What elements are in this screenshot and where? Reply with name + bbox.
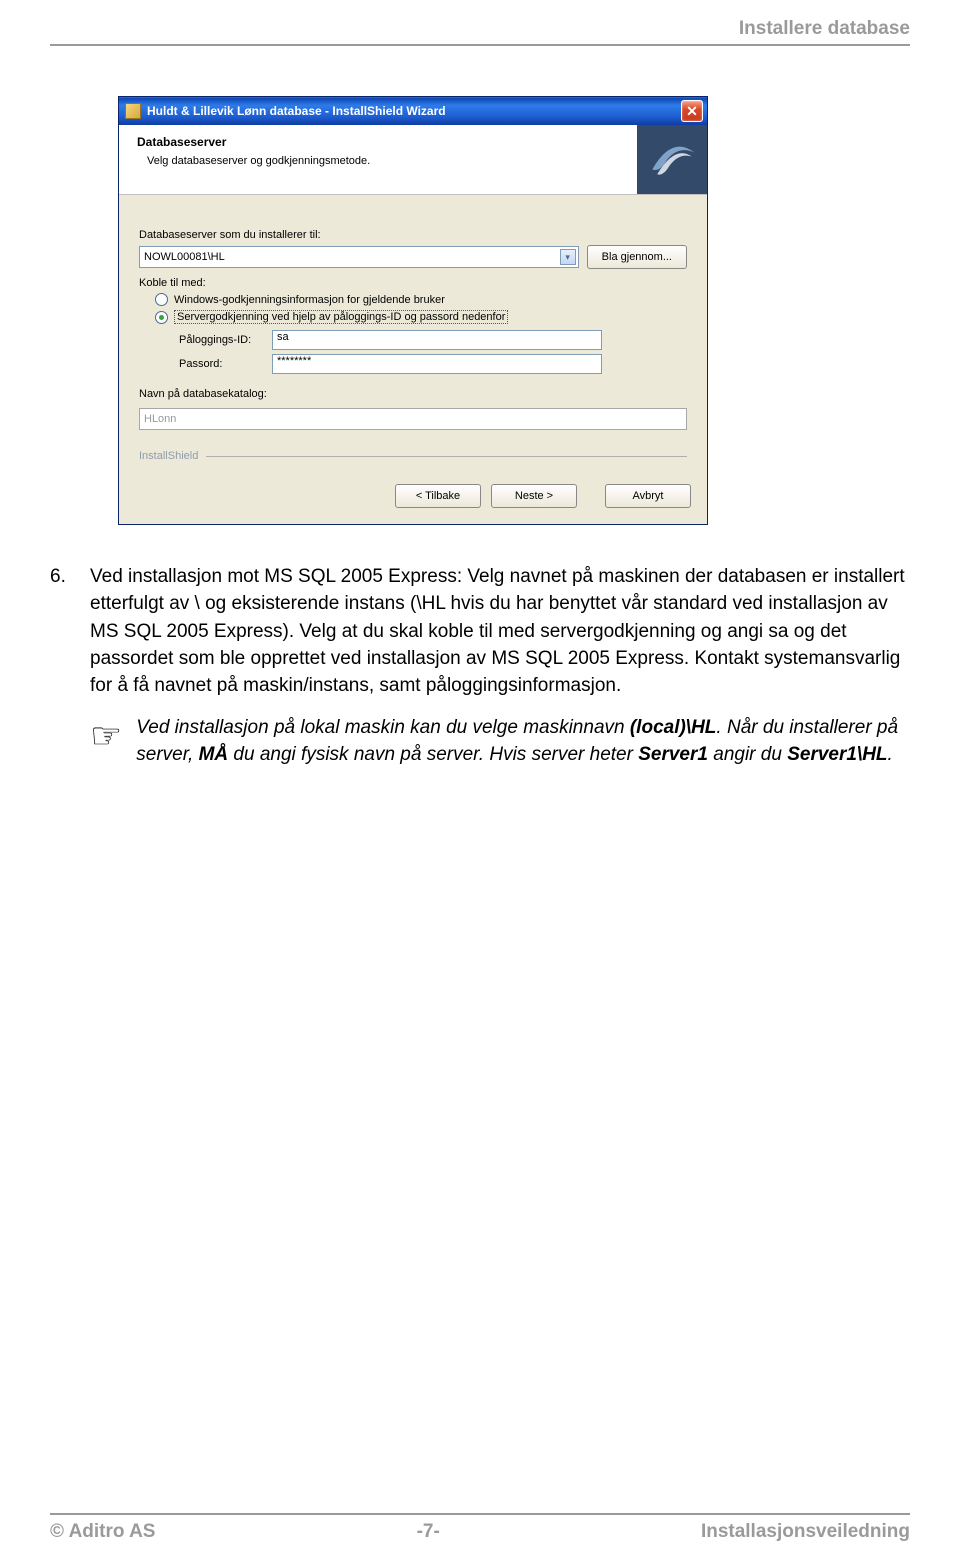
note-text-bold: Server1\HL — [787, 744, 887, 765]
radio-icon — [155, 311, 168, 324]
browse-button[interactable]: Bla gjennom... — [587, 245, 687, 269]
banner-title: Databaseserver — [137, 135, 623, 149]
catalog-input: HLonn — [139, 408, 687, 430]
dialog-body: Databaseserver som du installerer til: N… — [119, 195, 707, 472]
cancel-button[interactable]: Avbryt — [605, 484, 691, 508]
step-number: 6. — [50, 563, 80, 700]
server-select[interactable]: NOWL00081\HL ▾ — [139, 246, 579, 268]
next-button[interactable]: Neste > — [491, 484, 577, 508]
note-text-bold: (local)\HL — [630, 717, 717, 738]
catalog-value: HLonn — [144, 413, 176, 425]
radio-server-auth[interactable]: Servergodkjenning ved hjelp av pålogging… — [155, 310, 687, 324]
back-button-label: < Tilbake — [416, 490, 460, 502]
footer-right: Installasjonsveiledning — [701, 1521, 910, 1543]
installshield-brand: InstallShield — [139, 450, 198, 462]
installshield-dialog: Huldt & Lillevik Lønn database - Install… — [118, 96, 708, 525]
page-footer: © Aditro AS -7- Installasjonsveiledning — [50, 1513, 910, 1543]
cancel-button-label: Avbryt — [633, 490, 664, 502]
button-bar: < Tilbake Neste > Avbryt — [119, 472, 707, 524]
radio-icon — [155, 293, 168, 306]
connect-label: Koble til med: — [139, 277, 687, 289]
password-value: ******** — [277, 355, 311, 367]
next-button-label: Neste > — [515, 490, 553, 502]
footer-left: © Aditro AS — [50, 1521, 155, 1543]
back-button[interactable]: < Tilbake — [395, 484, 481, 508]
app-icon — [125, 103, 141, 119]
step-text: Ved installasjon mot MS SQL 2005 Express… — [90, 563, 910, 700]
note-text-part: . — [888, 744, 893, 765]
hand-icon: ☞ — [90, 718, 122, 769]
password-label: Passord: — [179, 358, 264, 370]
titlebar: Huldt & Lillevik Lønn database - Install… — [119, 97, 707, 125]
separator-line — [206, 456, 687, 457]
password-input[interactable]: ******** — [272, 354, 602, 374]
banner-logo — [637, 125, 707, 194]
footer-page-number: -7- — [417, 1521, 440, 1543]
page-header: Installere database — [50, 0, 910, 46]
radio-windows-auth-label: Windows-godkjenningsinformasjon for gjel… — [174, 294, 445, 306]
page-header-title: Installere database — [739, 18, 910, 39]
banner-subtitle: Velg databaseserver og godkjenningsmetod… — [147, 155, 623, 167]
note-text-bold: Server1 — [638, 744, 708, 765]
note-text-bold: MÅ — [199, 744, 229, 765]
login-id-input[interactable]: sa — [272, 330, 602, 350]
login-id-label: Påloggings-ID: — [179, 334, 264, 346]
banner-text-area: Databaseserver Velg databaseserver og go… — [119, 125, 637, 194]
close-button[interactable]: ✕ — [681, 100, 703, 122]
radio-server-auth-label: Servergodkjenning ved hjelp av pålogging… — [174, 310, 508, 324]
server-label: Databaseserver som du installerer til: — [139, 229, 687, 241]
banner: Databaseserver Velg databaseserver og go… — [119, 125, 707, 195]
note-text: Ved installasjon på lokal maskin kan du … — [136, 714, 910, 769]
installshield-brand-row: InstallShield — [139, 450, 687, 462]
credentials-fields: Påloggings-ID: sa Passord: ******** — [179, 330, 687, 374]
note-text-part: angir du — [708, 744, 787, 765]
note-block: ☞ Ved installasjon på lokal maskin kan d… — [90, 714, 910, 769]
swirl-icon — [637, 125, 707, 194]
login-id-value: sa — [277, 331, 289, 343]
screenshot-wrapper: Huldt & Lillevik Lønn database - Install… — [118, 96, 910, 525]
browse-button-label: Bla gjennom... — [602, 251, 672, 263]
radio-windows-auth[interactable]: Windows-godkjenningsinformasjon for gjel… — [155, 293, 687, 306]
note-text-part: Ved installasjon på lokal maskin kan du … — [136, 717, 630, 738]
instruction-step: 6. Ved installasjon mot MS SQL 2005 Expr… — [50, 563, 910, 700]
server-select-value: NOWL00081\HL — [144, 251, 225, 263]
chevron-down-icon: ▾ — [560, 249, 576, 265]
window-title: Huldt & Lillevik Lønn database - Install… — [147, 104, 681, 118]
close-icon: ✕ — [686, 103, 698, 120]
note-text-part: du angi fysisk navn på server. Hvis serv… — [228, 744, 638, 765]
catalog-label: Navn på databasekatalog: — [139, 388, 687, 400]
